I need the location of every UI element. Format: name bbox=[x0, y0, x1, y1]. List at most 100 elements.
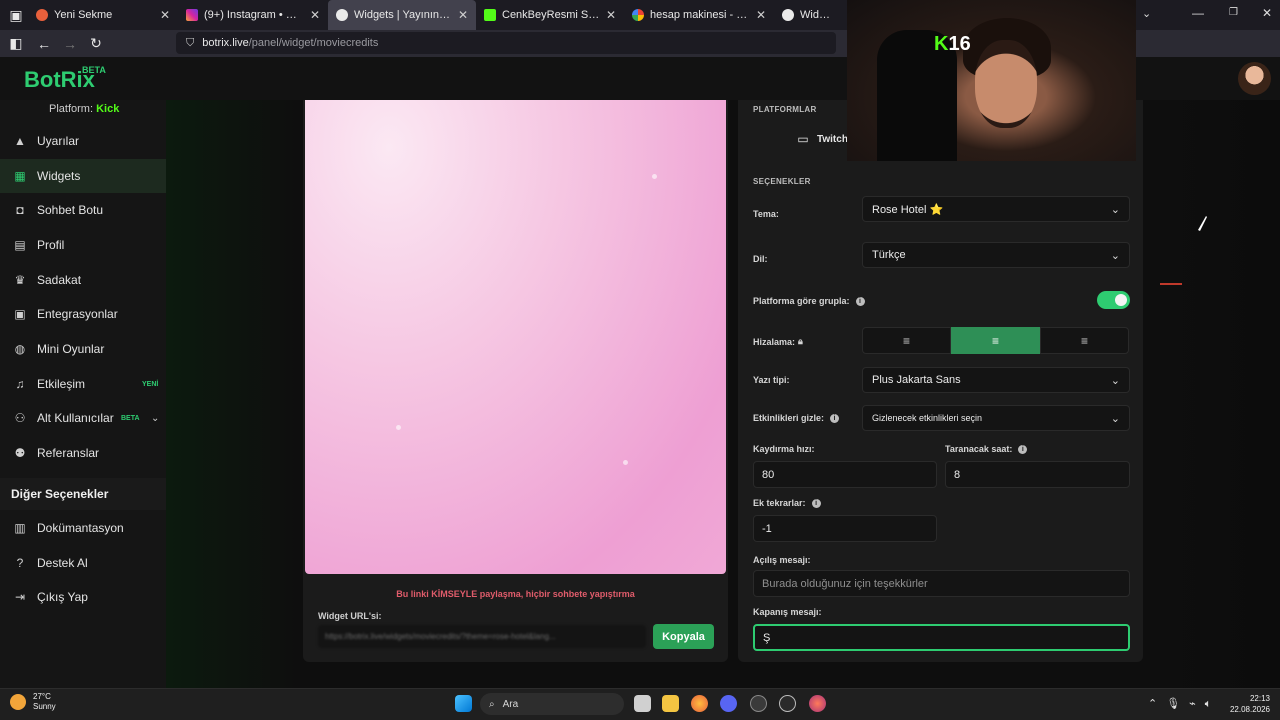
user-plus-icon: ⚉ bbox=[14, 446, 26, 460]
forward-icon[interactable]: → bbox=[58, 32, 82, 56]
sidebar-item-cikis-yap[interactable]: ⇥ Çıkış Yap bbox=[0, 580, 166, 614]
twitch-icon: ▭ bbox=[797, 132, 809, 146]
close-tab-icon[interactable]: ✕ bbox=[458, 8, 468, 22]
id-card-icon: ▤ bbox=[14, 238, 26, 252]
file-explorer-icon[interactable] bbox=[662, 695, 679, 712]
align-center-button[interactable]: ≡ bbox=[951, 327, 1040, 354]
align-left-button[interactable]: ≡ bbox=[862, 327, 951, 354]
scroll-speed-label: Kaydırma hızı: bbox=[753, 444, 815, 454]
opening-message-input[interactable]: Burada olduğunuz için teşekkürler bbox=[753, 570, 1130, 597]
gamepad-icon: ◍ bbox=[14, 342, 26, 356]
sidebar-item-mini-oyunlar[interactable]: ◍ Mini Oyunlar bbox=[0, 332, 166, 366]
google-icon bbox=[632, 9, 644, 21]
weather-widget[interactable]: 27°C Sunny bbox=[10, 692, 56, 712]
closing-message-input[interactable]: Ş bbox=[753, 624, 1130, 651]
options-section-title: SEÇENEKLER bbox=[753, 177, 811, 186]
search-icon: ⌕ bbox=[489, 698, 495, 710]
help-icon: ? bbox=[16, 556, 24, 570]
sidebar-section-title: Diğer Seçenekler bbox=[0, 478, 166, 510]
instagram-icon bbox=[186, 9, 198, 21]
info-icon[interactable]: i bbox=[830, 413, 840, 423]
app-icon[interactable] bbox=[750, 695, 767, 712]
info-icon[interactable]: i bbox=[855, 296, 865, 306]
browser-tab[interactable]: Widgets | Yay bbox=[774, 0, 844, 30]
windows-start-icon[interactable] bbox=[455, 695, 472, 712]
browser-tab[interactable]: Yeni Sekme ✕ bbox=[28, 0, 178, 30]
book-icon: ▥ bbox=[14, 521, 26, 535]
theme-label: Tema: bbox=[753, 209, 779, 219]
sidebar-item-destek-al[interactable]: ? Destek Al bbox=[0, 546, 166, 580]
close-tab-icon[interactable]: ✕ bbox=[606, 8, 616, 22]
chevron-down-icon[interactable]: ⌄ bbox=[151, 413, 159, 424]
system-tray[interactable]: ⌃🎙︎⌁🔈︎ bbox=[1148, 697, 1220, 711]
close-window-icon[interactable]: ✕ bbox=[1262, 6, 1272, 20]
scroll-speed-input[interactable]: 80 bbox=[753, 461, 937, 488]
kick-icon bbox=[484, 9, 496, 21]
sidebar-item-sohbet-botu[interactable]: ◘ Sohbet Botu bbox=[0, 193, 166, 227]
sidebar-item-profil[interactable]: ▤ Profil bbox=[0, 228, 166, 262]
robot-icon: ◘ bbox=[16, 203, 24, 217]
sparkle bbox=[652, 174, 657, 179]
lock-icon: 🔒︎ bbox=[798, 336, 803, 346]
hide-events-label: Etkinlikleri gizle: i bbox=[753, 413, 840, 423]
language-select[interactable]: Türkçe ⌄ bbox=[862, 242, 1130, 268]
browser-tab[interactable]: hesap makinesi - Google'da Ara ✕ bbox=[624, 0, 774, 30]
sidebar-item-alt-kullanicilar[interactable]: ⚇ Alt Kullanıcılar BETA ⌄ bbox=[0, 401, 166, 435]
trophy-icon: ♛ bbox=[14, 273, 26, 287]
sidebar-item-etkilesim[interactable]: ♫ Etkileşim YENİ bbox=[0, 367, 166, 401]
firefox-dev-icon[interactable] bbox=[809, 695, 826, 712]
sparkle bbox=[623, 460, 628, 465]
widget-url-field[interactable]: https://botrix.live/widgets/moviecredits… bbox=[318, 625, 646, 648]
maximize-window-icon[interactable]: ❐ bbox=[1229, 7, 1238, 18]
sidebar-item-uyarilar[interactable]: ▲ Uyarılar bbox=[0, 124, 166, 158]
minimize-window-icon[interactable]: — bbox=[1192, 6, 1204, 20]
group-by-platform-toggle[interactable] bbox=[1097, 291, 1130, 309]
widget-preview bbox=[305, 100, 726, 574]
tab-overview-icon[interactable]: ▣ bbox=[4, 3, 28, 27]
info-icon[interactable]: i bbox=[1018, 444, 1028, 454]
browser-tab[interactable]: (9+) Instagram • Mesajlar ✕ bbox=[178, 0, 328, 30]
info-icon[interactable]: i bbox=[811, 498, 821, 508]
address-bar[interactable]: ⛉ botrix.live/panel/widget/moviecredits bbox=[176, 32, 836, 54]
browser-tab-active[interactable]: Widgets | Yayınını güçlendirme ✕ bbox=[328, 0, 476, 30]
reload-icon[interactable]: ↻ bbox=[84, 32, 108, 56]
back-icon[interactable]: ← bbox=[32, 32, 56, 56]
tab-list-chevron-icon[interactable]: ⌄ bbox=[1142, 7, 1151, 20]
sidebar-item-entegrasyonlar[interactable]: ▣ Entegrasyonlar bbox=[0, 297, 166, 331]
sidebar-toggle-icon[interactable]: ◧ bbox=[4, 32, 28, 56]
align-right-button[interactable]: ≡ bbox=[1040, 327, 1129, 354]
sidebar-item-sadakat[interactable]: ♛ Sadakat bbox=[0, 263, 166, 297]
close-tab-icon[interactable]: ✕ bbox=[160, 8, 170, 22]
taskbar-search[interactable]: ⌕ Ara bbox=[480, 693, 624, 715]
sidebar-item-widgets[interactable]: ▦ Widgets bbox=[0, 159, 166, 193]
beta-badge: BETA bbox=[121, 414, 140, 422]
botrix-icon bbox=[782, 9, 794, 21]
firefox-icon bbox=[36, 9, 48, 21]
discord-icon[interactable] bbox=[720, 695, 737, 712]
close-tab-icon[interactable]: ✕ bbox=[756, 8, 766, 22]
platform-indicator: Platform: Kick bbox=[49, 103, 120, 115]
hide-events-select[interactable]: Gizlenecek etkinlikleri seçin ⌄ bbox=[862, 405, 1130, 431]
task-view-icon[interactable] bbox=[634, 695, 651, 712]
new-badge: YENİ bbox=[142, 380, 159, 388]
sidebar-item-dokumantasyon[interactable]: ▥ Dokümantasyon bbox=[0, 511, 166, 545]
taskbar-clock[interactable]: 22:13 22.08.2026 bbox=[1222, 693, 1270, 715]
beta-badge: BETA bbox=[82, 65, 106, 75]
kick-viewer-count: K16 bbox=[934, 33, 971, 55]
hours-input[interactable]: 8 bbox=[945, 461, 1130, 488]
copy-button[interactable]: Kopyala bbox=[653, 624, 714, 649]
font-select[interactable]: Plus Jakarta Sans ⌄ bbox=[862, 367, 1130, 393]
close-tab-icon[interactable]: ✕ bbox=[310, 8, 320, 22]
browser-tab[interactable]: CenkBeyResmi Stream - Watch ✕ bbox=[476, 0, 624, 30]
theme-select[interactable]: Rose Hotel ⭐ ⌄ bbox=[862, 196, 1130, 222]
extra-repeats-input[interactable]: -1 bbox=[753, 515, 937, 542]
firefox-taskbar-icon[interactable] bbox=[691, 695, 708, 712]
extra-repeats-label: Ek tekrarlar: i bbox=[753, 498, 821, 508]
platform-twitch-button[interactable]: ▭ Twitch bbox=[795, 131, 848, 147]
kick-logo-icon: K bbox=[934, 33, 949, 55]
sidebar-item-referanslar[interactable]: ⚉ Referanslar bbox=[0, 436, 166, 470]
media-player-icon[interactable] bbox=[779, 695, 796, 712]
security-warning: Bu linki KİMSEYLE paylaşma, hiçbir sohbe… bbox=[396, 589, 635, 599]
sparkle bbox=[396, 425, 401, 430]
avatar[interactable] bbox=[1238, 62, 1271, 95]
